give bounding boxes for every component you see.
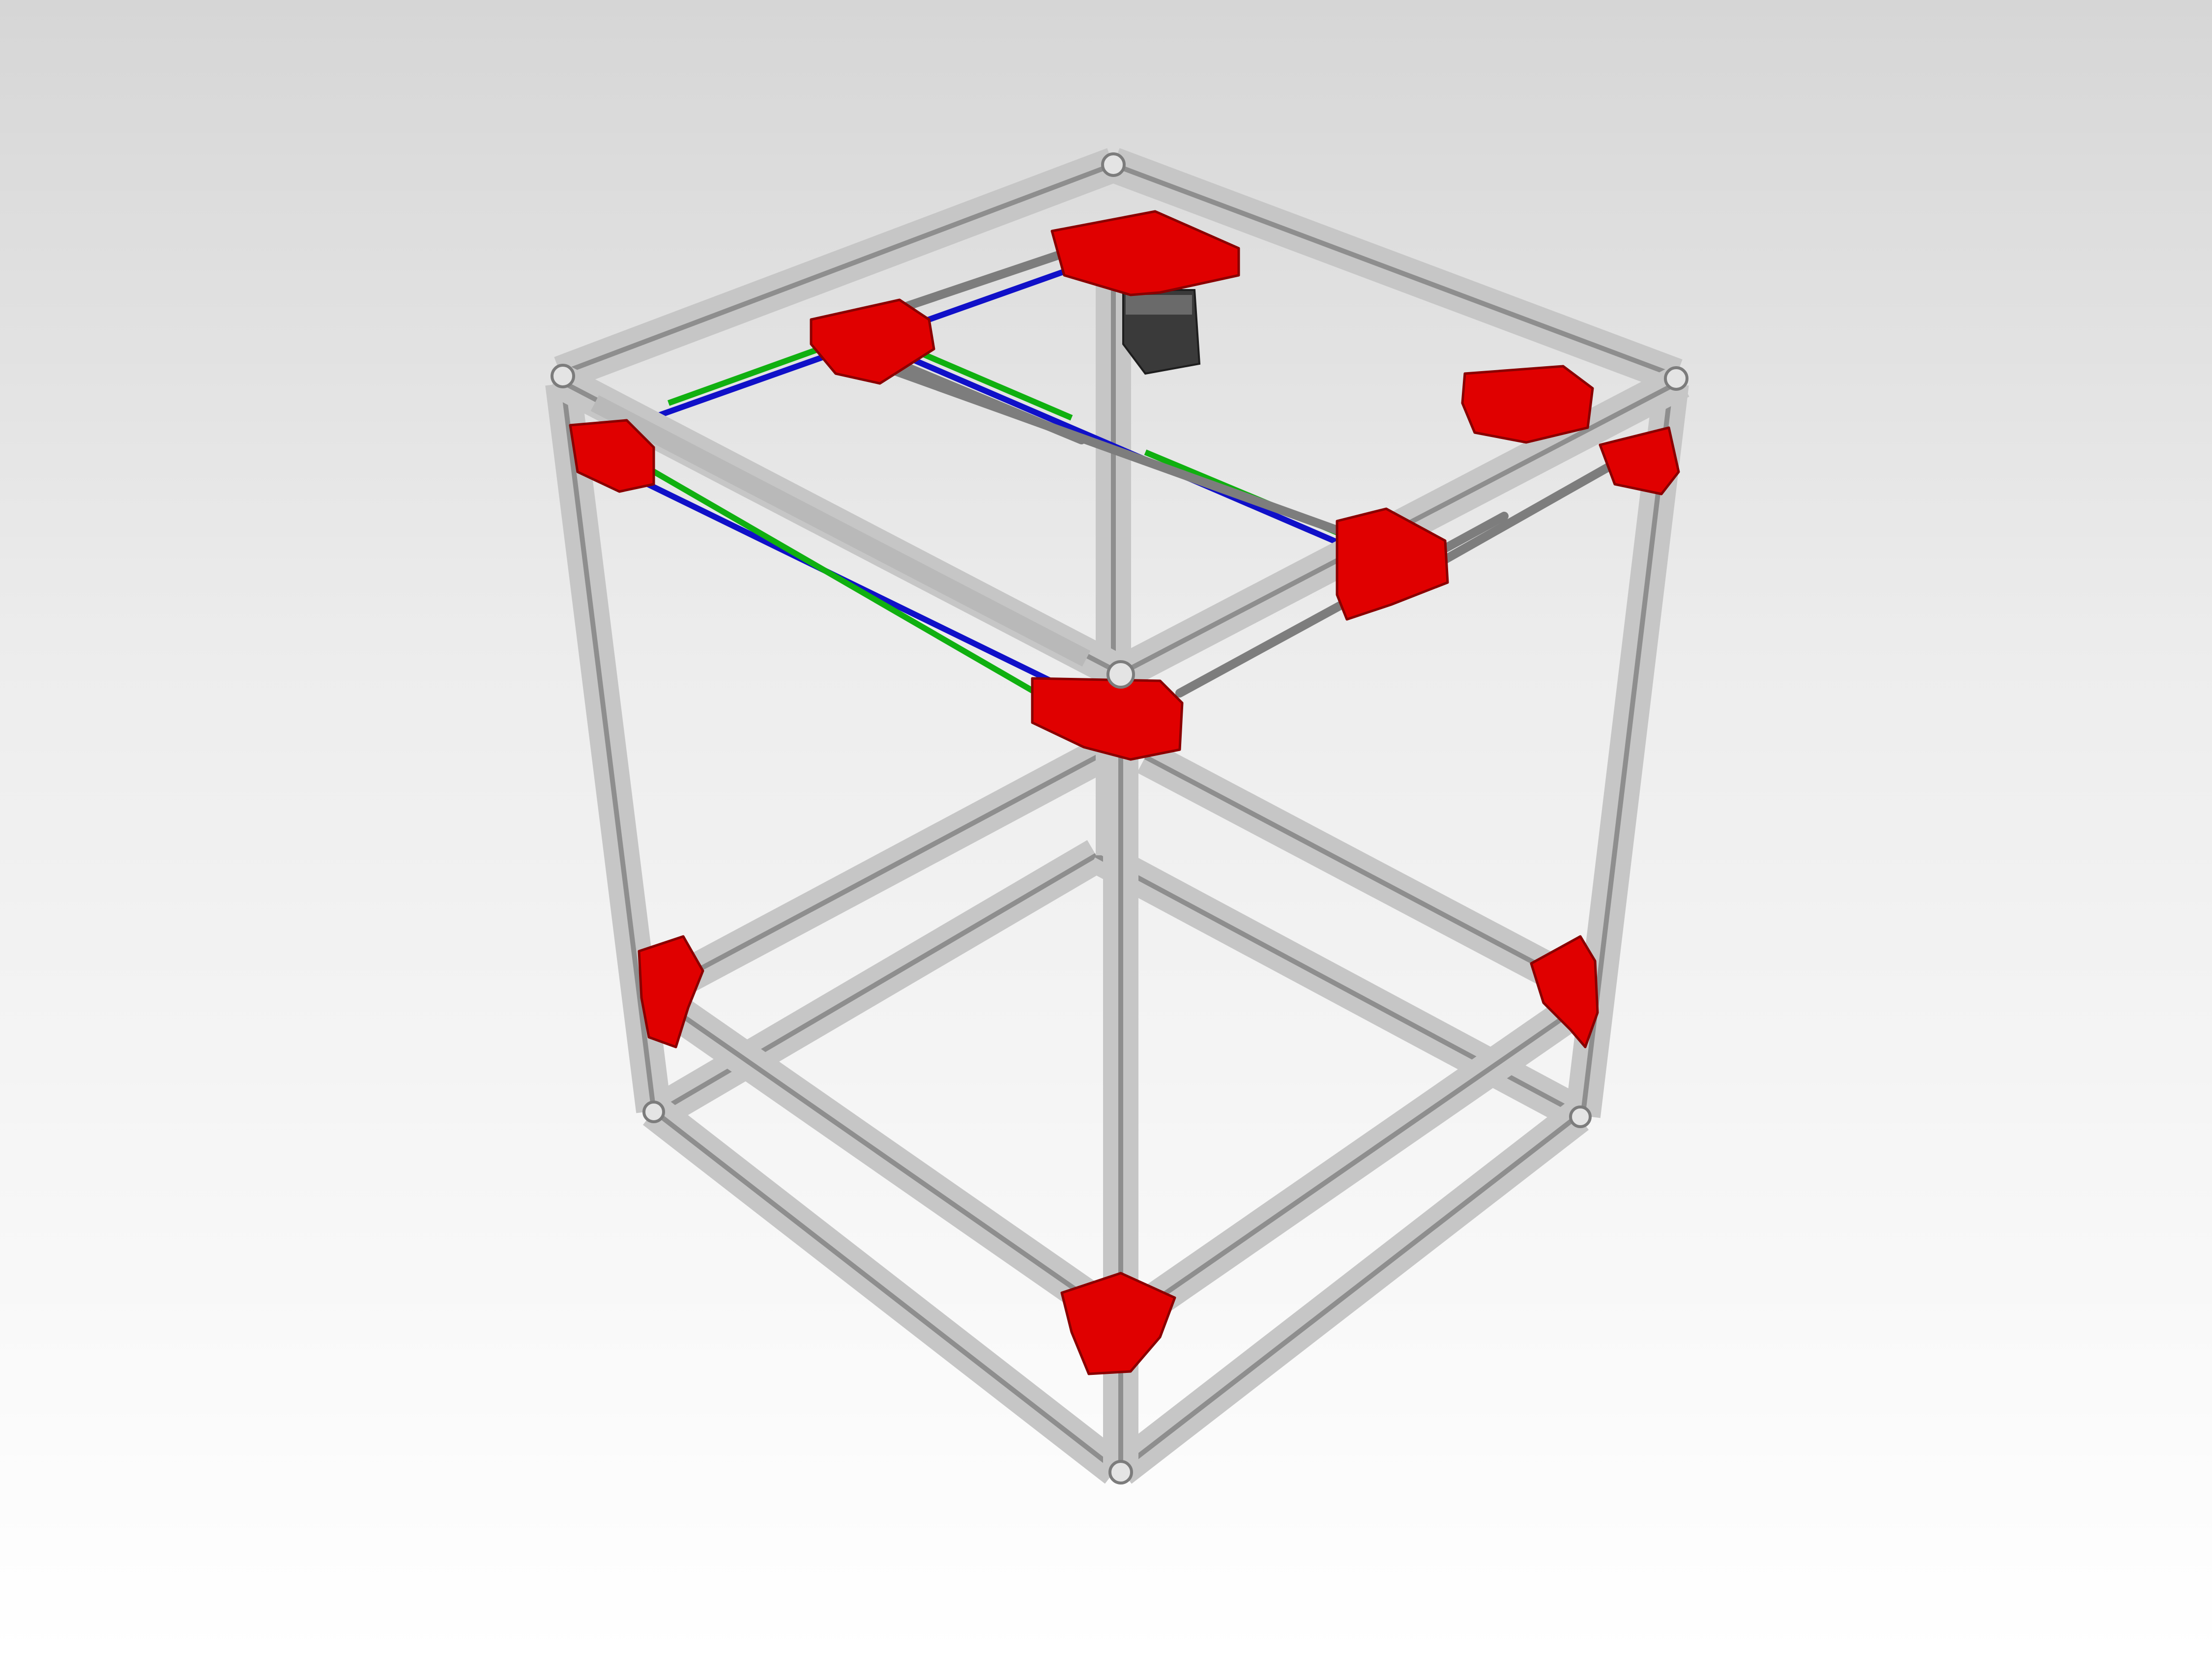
cap-top-front: [1106, 660, 1135, 689]
belt-green-2: [593, 435, 1098, 730]
bracket-top-front: [1031, 677, 1184, 761]
motor-cap: [1126, 295, 1192, 315]
top-rail-front-left-inner: [590, 395, 1091, 667]
cap-bottom-front: [1108, 1460, 1133, 1484]
cap-bottom-left: [642, 1101, 665, 1123]
bracket-top-back: [1050, 210, 1240, 296]
bracket-front-right: [1599, 426, 1680, 495]
bracket-top-right: [1461, 365, 1594, 444]
cap-bottom-right: [1569, 1106, 1592, 1128]
post-left-slot: [560, 383, 656, 1111]
cap-top-left: [551, 364, 575, 388]
stepper-motor: [1122, 289, 1201, 375]
3d-viewport[interactable]: [0, 0, 2212, 1659]
printer-frame-model: [545, 148, 1689, 1484]
cap-top-back: [1101, 152, 1126, 177]
cap-top-right: [1664, 366, 1688, 391]
lower-rail-back-right-slot: [1144, 755, 1574, 986]
